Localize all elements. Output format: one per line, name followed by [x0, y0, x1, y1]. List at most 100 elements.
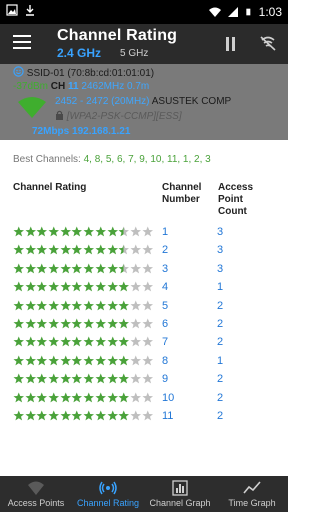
star-icon	[118, 392, 130, 402]
channel-number: 6	[162, 318, 169, 330]
download-icon	[26, 5, 34, 16]
channel-number: 7	[162, 336, 169, 349]
rating-stars	[13, 355, 153, 366]
star-icon	[107, 373, 118, 384]
star-icon	[25, 336, 36, 347]
star-icon	[71, 244, 83, 255]
connected-access-point[interactable]: SSID-01 (70:8b:cd:01:01:01) -37dBm CH 11…	[0, 64, 288, 140]
star-icon	[95, 318, 106, 329]
star-icon	[130, 318, 141, 329]
star-icon	[25, 355, 36, 366]
rating-stars	[13, 244, 153, 255]
star-icon	[130, 373, 141, 384]
nav-channel-graph[interactable]: Channel Graph	[144, 476, 216, 512]
star-icon	[118, 336, 130, 347]
band-2-4ghz-tab[interactable]: 2.4 GHz	[57, 46, 101, 60]
star-icon	[48, 244, 60, 255]
star-icon	[83, 336, 95, 347]
star-icon	[71, 281, 83, 292]
star-icon	[83, 281, 95, 292]
star-icon	[118, 226, 130, 237]
nav-channel-graph-label: Channel Graph	[149, 498, 211, 508]
star-icon	[13, 355, 24, 366]
star-icon	[142, 410, 153, 421]
ap-speed-ip: 72Mbps 192.168.1.21	[32, 126, 131, 137]
star-icon	[118, 281, 130, 292]
table-row: 13	[13, 226, 288, 242]
star-icon	[95, 263, 106, 274]
ap-distance: 0.7m	[126, 81, 150, 92]
bar-chart-icon	[172, 480, 188, 496]
status-left-icons	[6, 4, 36, 16]
smiley-icon	[13, 66, 24, 77]
star-icon	[107, 300, 118, 310]
ap-frequency: 2462MHz	[81, 81, 125, 92]
page-title: Channel Rating	[57, 27, 178, 44]
star-icon	[83, 226, 95, 237]
nav-access-points[interactable]: Access Points	[0, 476, 72, 512]
channel-number: 2	[162, 244, 169, 257]
header-channel-rating: Channel Rating	[13, 182, 87, 193]
wifi-icon	[28, 481, 44, 495]
star-icon	[71, 226, 83, 237]
star-icon	[25, 281, 36, 292]
star-icon	[71, 263, 83, 274]
star-icon	[48, 373, 60, 384]
star-icon	[36, 410, 48, 421]
rating-stars	[13, 410, 153, 421]
ap-security-row: [WPA2-PSK-CCMP][ESS]	[55, 110, 182, 122]
rating-stars	[13, 336, 153, 347]
wifi-status-icon	[208, 7, 221, 17]
star-icon	[142, 244, 153, 255]
star-icon	[142, 355, 153, 366]
star-icon	[25, 318, 36, 329]
table-row: 52	[13, 300, 288, 316]
star-icon	[48, 355, 60, 366]
star-icon	[118, 244, 130, 255]
table-row: 11 2	[13, 410, 288, 426]
menu-icon[interactable]	[13, 35, 31, 49]
star-icon	[13, 281, 24, 292]
star-icon	[71, 392, 83, 402]
pause-icon[interactable]	[226, 37, 238, 51]
channel-number: 5	[162, 299, 169, 312]
star-icon	[71, 410, 83, 421]
star-icon	[83, 263, 95, 274]
star-icon	[118, 263, 130, 274]
wifi-off-icon[interactable]	[259, 34, 277, 52]
access-point-count: 1	[217, 281, 224, 294]
star-icon	[107, 336, 118, 347]
channel-number: 4	[162, 281, 169, 294]
channel-number: 10	[162, 391, 175, 404]
ap-range: 2452 - 2472 (20MHz)	[55, 96, 150, 107]
star-icon	[95, 244, 106, 255]
star-icon	[130, 226, 141, 237]
star-icon	[13, 392, 24, 402]
star-icon	[71, 355, 83, 366]
access-point-count: 2	[217, 336, 224, 349]
star-icon	[25, 263, 36, 274]
star-icon	[95, 373, 106, 384]
access-point-count: 2	[217, 373, 224, 386]
nav-time-graph-label: Time Graph	[228, 498, 276, 508]
star-icon	[142, 281, 153, 292]
star-icon	[25, 392, 36, 402]
star-icon	[142, 226, 153, 237]
star-icon	[95, 226, 106, 237]
best-channels: Best Channels: 4, 8, 5, 6, 7, 9, 10, 11,…	[13, 154, 211, 165]
image-icon	[6, 4, 18, 16]
nav-channel-rating[interactable]: Channel Rating	[72, 476, 144, 512]
star-icon	[25, 410, 36, 421]
rating-stars	[13, 373, 153, 384]
bottom-navigation: Access Points Channel Rating Channel Gra…	[0, 476, 288, 512]
nav-time-graph[interactable]: Time Graph	[216, 476, 288, 512]
star-icon	[83, 373, 95, 384]
star-icon	[83, 410, 95, 421]
rating-stars	[13, 263, 153, 274]
rating-stars	[13, 226, 153, 237]
access-point-count: 2	[217, 318, 224, 330]
star-icon	[48, 318, 60, 329]
star-icon	[118, 410, 130, 421]
star-icon	[25, 300, 36, 310]
band-5ghz-tab[interactable]: 5 GHz	[120, 48, 148, 59]
